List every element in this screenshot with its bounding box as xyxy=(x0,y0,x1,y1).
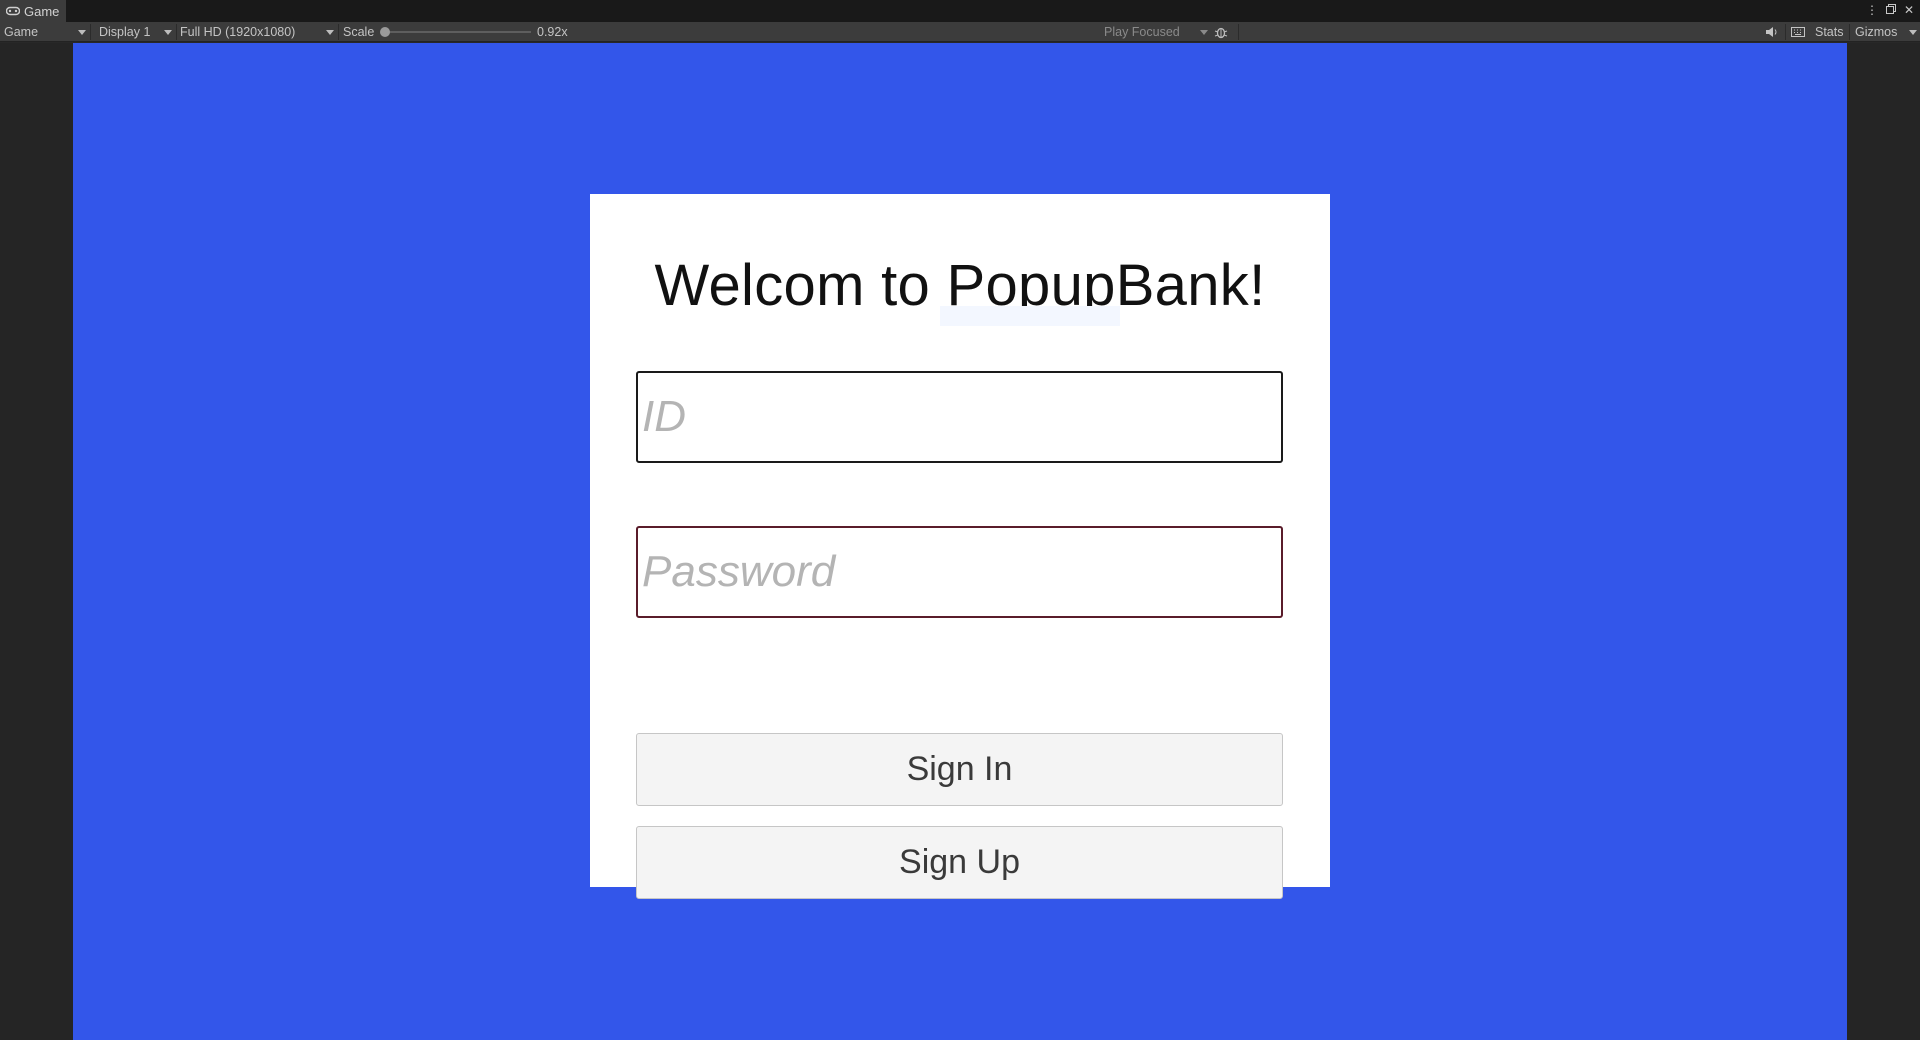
chevron-down-icon xyxy=(1200,29,1208,35)
password-field[interactable] xyxy=(636,526,1283,618)
mute-audio-icon[interactable] xyxy=(1765,22,1779,42)
chevron-down-icon xyxy=(164,29,172,35)
scale-value: 0.92x xyxy=(537,25,568,39)
display-label: Display 1 xyxy=(99,25,151,39)
play-focused-label: Play Focused xyxy=(1104,25,1180,39)
view-mode-dropdown[interactable]: Game xyxy=(4,22,88,42)
chevron-down-icon xyxy=(1909,29,1917,35)
sign-in-label: Sign In xyxy=(906,750,1013,788)
maximize-icon[interactable] xyxy=(1885,3,1896,17)
gizmos-label: Gizmos xyxy=(1855,25,1898,39)
scale-slider-track[interactable] xyxy=(385,31,531,33)
more-icon[interactable]: ⋮ xyxy=(1866,3,1878,17)
game-view-toolbar: Game Display 1 Full HD (1920x1080) Scale… xyxy=(0,22,1920,42)
play-focused-dropdown[interactable]: Play Focused xyxy=(1104,22,1208,42)
editor-tab-strip: Game ⋮ ✕ xyxy=(0,0,1920,22)
password-input[interactable] xyxy=(642,528,1281,616)
chevron-down-icon xyxy=(78,29,86,35)
game-tab-label: Game xyxy=(24,3,60,19)
login-panel: Welcom to PopupBank! Sign In Sign Up xyxy=(590,194,1330,899)
resolution-label: Full HD (1920x1080) xyxy=(180,25,296,39)
scale-slider-handle[interactable] xyxy=(380,27,390,37)
sign-up-button[interactable]: Sign Up xyxy=(636,826,1283,899)
sign-up-label: Sign Up xyxy=(899,843,1020,881)
resolution-dropdown[interactable]: Full HD (1920x1080) xyxy=(180,22,334,42)
sign-in-button[interactable]: Sign In xyxy=(636,733,1283,806)
chevron-down-icon xyxy=(326,29,334,35)
bug-icon[interactable] xyxy=(1214,22,1228,42)
scale-label: Scale xyxy=(343,25,375,39)
gizmos-dropdown[interactable]: Gizmos xyxy=(1855,22,1917,42)
close-icon[interactable]: ✕ xyxy=(1904,3,1914,17)
keyboard-icon[interactable] xyxy=(1791,22,1805,42)
id-field[interactable] xyxy=(636,371,1283,463)
faint-overlay-label xyxy=(940,306,1120,326)
view-mode-label: Game xyxy=(4,25,39,39)
stats-button[interactable]: Stats xyxy=(1815,22,1844,42)
gamepad-icon xyxy=(5,4,21,19)
id-input[interactable] xyxy=(642,373,1281,461)
display-dropdown[interactable]: Display 1 xyxy=(99,22,172,42)
game-tab[interactable]: Game xyxy=(0,0,66,22)
game-canvas: Welcom to PopupBank! Sign In Sign Up xyxy=(73,43,1847,1040)
